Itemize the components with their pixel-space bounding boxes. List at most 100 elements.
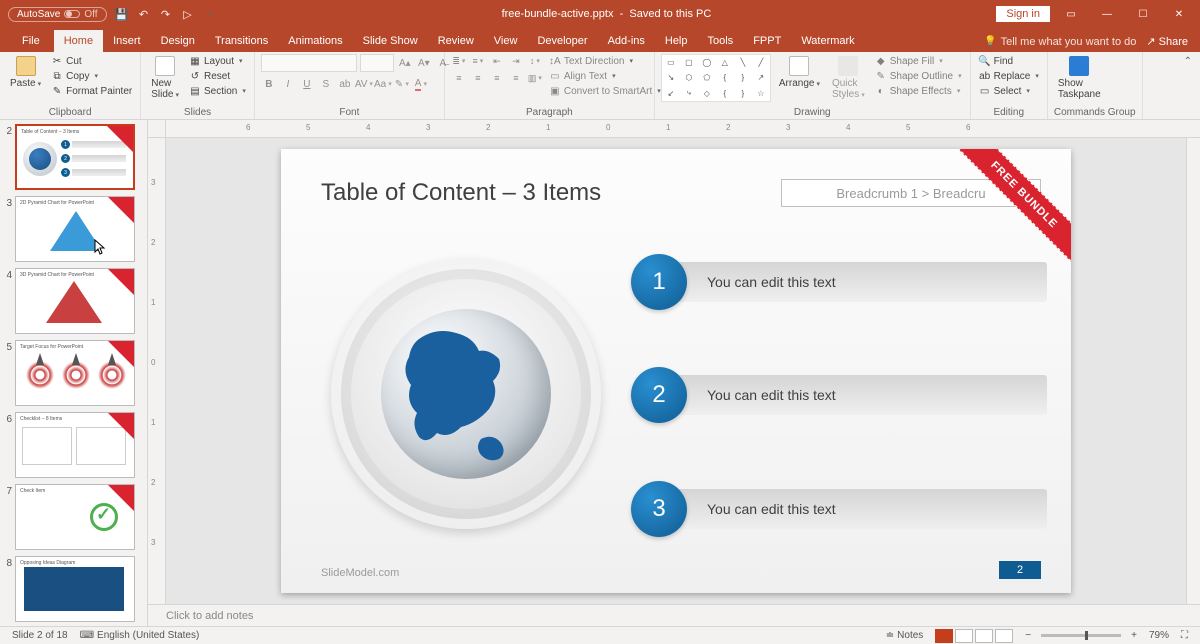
fit-to-window-button[interactable]: ⛶: [1175, 630, 1194, 641]
tab-developer[interactable]: Developer: [527, 30, 597, 52]
thumbnail-2[interactable]: Table of Content – 3 Items 123: [15, 124, 135, 190]
font-color-button[interactable]: A: [413, 76, 429, 92]
format-painter-button[interactable]: ✎Format Painter: [49, 84, 134, 98]
thumbnail-7[interactable]: Check Item: [15, 484, 135, 550]
bold-button[interactable]: B: [261, 76, 277, 92]
numbering-button[interactable]: ≡: [470, 54, 486, 68]
maximize-button[interactable]: ☐: [1128, 4, 1158, 24]
tab-insert[interactable]: Insert: [103, 30, 151, 52]
show-taskpane-button[interactable]: Show Taskpane: [1054, 54, 1105, 102]
reading-view-button[interactable]: [975, 629, 993, 643]
tab-watermark[interactable]: Watermark: [791, 30, 864, 52]
copy-button[interactable]: ⧉Copy: [49, 69, 134, 83]
tab-animations[interactable]: Animations: [278, 30, 352, 52]
layout-button[interactable]: ▦Layout: [187, 54, 248, 68]
reset-button[interactable]: ↺Reset: [187, 69, 248, 83]
tab-file[interactable]: File: [8, 30, 54, 52]
tab-transitions[interactable]: Transitions: [205, 30, 278, 52]
slide-thumbnails-panel[interactable]: 2 Table of Content – 3 Items 123 3 2D Py…: [0, 120, 148, 626]
slideshow-start-icon[interactable]: ▷: [181, 7, 195, 21]
shrink-font-button[interactable]: A▾: [416, 55, 432, 71]
italic-button[interactable]: I: [280, 76, 296, 92]
shape-outline-button[interactable]: ✎Shape Outline: [873, 69, 964, 83]
bullets-button[interactable]: ≣: [451, 54, 467, 68]
normal-view-button[interactable]: [935, 629, 953, 643]
shadow-button[interactable]: ab: [337, 76, 353, 92]
signin-button[interactable]: Sign in: [996, 6, 1050, 22]
line-spacing-button[interactable]: ↕: [527, 54, 543, 68]
toc-item-1[interactable]: 1 You can edit this text: [631, 254, 1047, 310]
zoom-level[interactable]: 79%: [1143, 630, 1175, 641]
scrollbar-vertical[interactable]: [1186, 138, 1200, 604]
change-case-button[interactable]: Aa: [375, 76, 391, 92]
paste-button[interactable]: Paste: [6, 54, 45, 91]
clear-formatting-button[interactable]: A̶: [435, 55, 451, 71]
shape-fill-button[interactable]: ◆Shape Fill: [873, 54, 964, 68]
toc-text-3[interactable]: You can edit this text: [667, 489, 1047, 529]
slide-position[interactable]: Slide 2 of 18: [6, 630, 74, 641]
redo-icon[interactable]: ↷: [159, 7, 173, 21]
quick-styles-button[interactable]: Quick Styles: [828, 54, 869, 102]
ruler-horizontal[interactable]: 6543210123456: [148, 120, 1200, 138]
arrange-button[interactable]: Arrange: [775, 54, 824, 91]
zoom-slider[interactable]: [1041, 634, 1121, 637]
save-icon[interactable]: 💾: [115, 7, 129, 21]
font-size-select[interactable]: [360, 54, 394, 72]
sorter-view-button[interactable]: [955, 629, 973, 643]
minimize-button[interactable]: —: [1092, 4, 1122, 24]
tab-help[interactable]: Help: [655, 30, 698, 52]
char-spacing-button[interactable]: AV: [356, 76, 372, 92]
align-center-button[interactable]: ≡: [470, 71, 486, 85]
shape-effects-button[interactable]: ◐Shape Effects: [873, 84, 964, 98]
align-right-button[interactable]: ≡: [489, 71, 505, 85]
convert-smartart-button[interactable]: ▣Convert to SmartArt: [547, 84, 663, 98]
tab-review[interactable]: Review: [428, 30, 484, 52]
cut-button[interactable]: ✂Cut: [49, 54, 134, 68]
slide-title[interactable]: Table of Content – 3 Items: [321, 179, 601, 207]
thumbnail-4[interactable]: 3D Pyramid Chart for PowerPoint: [15, 268, 135, 334]
globe-graphic[interactable]: [331, 259, 601, 529]
qat-customize-icon[interactable]: [203, 7, 217, 21]
toc-text-1[interactable]: You can edit this text: [667, 262, 1047, 302]
tab-slideshow[interactable]: Slide Show: [353, 30, 428, 52]
decrease-indent-button[interactable]: ⇤: [489, 54, 505, 68]
close-button[interactable]: ✕: [1164, 4, 1194, 24]
tell-me-search[interactable]: Tell me what you want to do: [984, 36, 1136, 48]
thumbnail-5[interactable]: Target Focus for PowerPoint: [15, 340, 135, 406]
zoom-in-button[interactable]: +: [1125, 630, 1143, 641]
ruler-vertical[interactable]: 3210123: [148, 138, 166, 604]
language-status[interactable]: ⌨ English (United States): [74, 630, 206, 641]
justify-button[interactable]: ≡: [508, 71, 524, 85]
autosave-toggle[interactable]: AutoSave Off: [8, 7, 107, 22]
toc-item-2[interactable]: 2 You can edit this text: [631, 367, 1047, 423]
align-text-button[interactable]: ▭Align Text: [547, 69, 663, 83]
tab-tools[interactable]: Tools: [698, 30, 744, 52]
find-button[interactable]: 🔍Find: [977, 54, 1041, 68]
tab-home[interactable]: Home: [54, 30, 103, 52]
toc-text-2[interactable]: You can edit this text: [667, 375, 1047, 415]
increase-indent-button[interactable]: ⇥: [508, 54, 524, 68]
new-slide-button[interactable]: New Slide: [147, 54, 183, 102]
collapse-ribbon-icon[interactable]: ⌃: [1184, 56, 1192, 67]
section-button[interactable]: ▤Section: [187, 84, 248, 98]
slide-canvas[interactable]: Table of Content – 3 Items Breadcrumb 1 …: [166, 138, 1186, 604]
notes-pane[interactable]: Click to add notes: [148, 604, 1200, 626]
zoom-out-button[interactable]: −: [1019, 630, 1037, 641]
text-direction-button[interactable]: ↕AText Direction: [547, 54, 663, 68]
tab-view[interactable]: View: [484, 30, 528, 52]
columns-button[interactable]: ▥: [527, 71, 543, 85]
thumbnail-3[interactable]: 2D Pyramid Chart for PowerPoint: [15, 196, 135, 262]
grow-font-button[interactable]: A▴: [397, 55, 413, 71]
underline-button[interactable]: U: [299, 76, 315, 92]
font-family-select[interactable]: [261, 54, 357, 72]
slide[interactable]: Table of Content – 3 Items Breadcrumb 1 …: [281, 149, 1071, 593]
tab-addins[interactable]: Add-ins: [598, 30, 655, 52]
thumbnail-6[interactable]: Checklist – 8 Items: [15, 412, 135, 478]
slideshow-view-button[interactable]: [995, 629, 1013, 643]
highlight-button[interactable]: ✎: [394, 76, 410, 92]
toc-item-3[interactable]: 3 You can edit this text: [631, 481, 1047, 537]
tab-fppt[interactable]: FPPT: [743, 30, 791, 52]
strike-button[interactable]: S: [318, 76, 334, 92]
ribbon-display-icon[interactable]: ▭: [1056, 4, 1086, 24]
replace-button[interactable]: abReplace: [977, 69, 1041, 83]
